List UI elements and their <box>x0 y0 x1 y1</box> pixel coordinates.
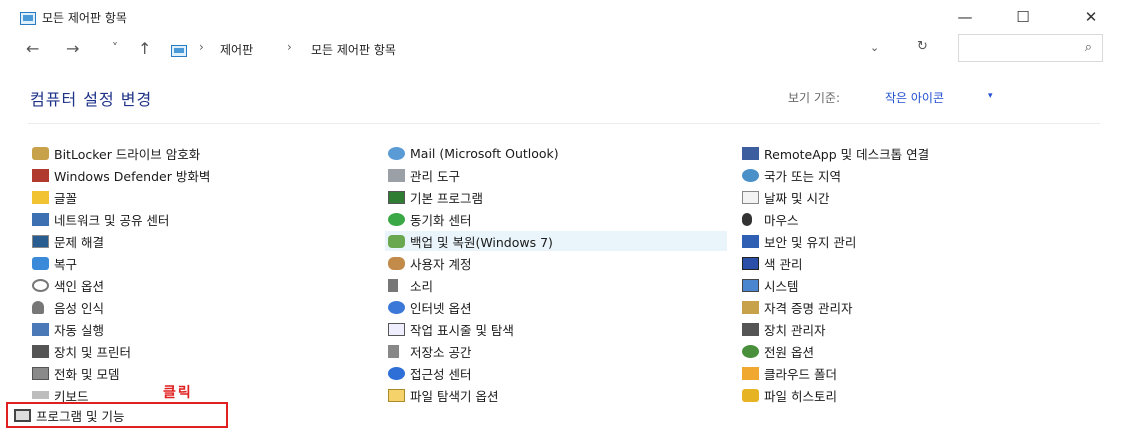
list-item[interactable]: 색인 옵션 <box>32 275 104 295</box>
indexing-icon <box>32 278 49 292</box>
ease-of-access-icon <box>388 366 405 380</box>
power-options-icon <box>742 344 759 358</box>
list-item[interactable]: 사용자 계정 <box>388 253 471 273</box>
breadcrumb-separator: › <box>287 40 292 54</box>
taskbar-icon <box>388 322 405 336</box>
refresh-icon[interactable]: ↻ <box>917 39 928 54</box>
list-item[interactable]: BitLocker 드라이브 암호화 <box>32 143 200 163</box>
list-item[interactable]: RemoteApp 및 데스크톱 연결 <box>742 143 929 163</box>
page-title: 컴퓨터 설정 변경 <box>30 90 153 109</box>
color-management-icon <box>742 256 759 270</box>
keyboard-icon <box>32 391 49 399</box>
list-item[interactable]: 장치 및 프린터 <box>32 341 131 361</box>
recovery-icon <box>32 256 49 270</box>
control-panel-icon <box>20 10 36 25</box>
cloud-folder-icon <box>742 366 759 380</box>
printer-icon <box>32 344 49 358</box>
highlight-box <box>6 402 228 428</box>
window-title: 모든 제어판 항목 <box>42 11 127 25</box>
forward-arrow-icon[interactable]: → <box>66 39 79 58</box>
list-item[interactable]: 접근성 센터 <box>388 363 471 383</box>
list-item[interactable]: 자격 증명 관리자 <box>742 297 852 317</box>
clock-icon <box>742 190 759 204</box>
credential-manager-icon <box>742 300 759 314</box>
backup-restore-icon <box>388 234 405 248</box>
file-history-icon <box>742 388 759 402</box>
firewall-icon <box>32 168 49 182</box>
list-item[interactable]: 전화 및 모뎀 <box>32 363 119 383</box>
device-manager-icon <box>742 322 759 336</box>
close-button[interactable]: ✕ <box>1068 2 1114 32</box>
troubleshoot-icon <box>32 234 49 248</box>
folder-options-icon <box>388 388 405 402</box>
list-item[interactable]: Mail (Microsoft Outlook) <box>388 143 559 163</box>
breadcrumb-separator: › <box>199 40 204 54</box>
chevron-down-icon[interactable]: ⌄ <box>870 41 879 54</box>
maximize-button[interactable]: ☐ <box>1000 2 1046 32</box>
list-item[interactable]: 시스템 <box>742 275 799 295</box>
speaker-icon <box>388 278 398 292</box>
list-item[interactable]: 파일 탐색기 옵션 <box>388 385 498 405</box>
list-item[interactable]: 장치 관리자 <box>742 319 825 339</box>
microphone-icon <box>32 300 44 314</box>
remoteapp-icon <box>742 146 759 160</box>
up-arrow-icon[interactable]: ↑ <box>138 39 151 58</box>
list-item[interactable]: 파일 히스토리 <box>742 385 837 405</box>
region-icon <box>742 168 759 182</box>
list-item[interactable]: 소리 <box>388 275 433 295</box>
list-item[interactable]: 동기화 센터 <box>388 209 471 229</box>
admin-tools-icon <box>388 168 405 182</box>
list-item[interactable]: 색 관리 <box>742 253 802 273</box>
list-item[interactable]: 작업 표시줄 및 탐색 <box>388 319 514 339</box>
internet-options-icon <box>388 300 405 314</box>
back-arrow-icon[interactable]: ← <box>26 39 39 58</box>
network-icon <box>32 212 49 226</box>
security-flag-icon <box>742 234 759 248</box>
search-input[interactable]: ⌕ <box>958 34 1103 62</box>
sync-center-icon <box>388 212 405 226</box>
fonts-icon <box>32 190 49 204</box>
list-item[interactable]: Windows Defender 방화벽 <box>32 165 210 185</box>
list-item[interactable]: 보안 및 유지 관리 <box>742 231 856 251</box>
list-item[interactable]: 백업 및 복원(Windows 7) <box>385 231 727 251</box>
list-item[interactable]: 관리 도구 <box>388 165 460 185</box>
list-item[interactable]: 네트워크 및 공유 센터 <box>32 209 169 229</box>
bitlocker-icon <box>32 146 49 160</box>
autoplay-icon <box>32 322 49 336</box>
list-item[interactable]: 기본 프로그램 <box>388 187 483 207</box>
list-item[interactable]: 날짜 및 시간 <box>742 187 829 207</box>
breadcrumb-control-panel[interactable]: 제어판 <box>220 41 253 58</box>
mouse-icon <box>742 212 752 226</box>
system-icon <box>742 278 759 292</box>
list-item[interactable]: 클라우드 폴더 <box>742 363 837 383</box>
chevron-down-icon[interactable]: ▾ <box>988 91 993 101</box>
divider <box>28 123 1100 124</box>
view-by-label: 보기 기준: <box>788 91 841 105</box>
title-bar: 모든 제어판 항목 — ☐ ✕ <box>0 0 1122 34</box>
click-annotation: 클릭 <box>163 385 193 401</box>
list-item[interactable]: 음성 인식 <box>32 297 104 317</box>
list-item[interactable]: 저장소 공간 <box>388 341 471 361</box>
address-bar[interactable]: › 제어판 › 모든 제어판 항목 ⌄ ↻ <box>165 35 950 63</box>
view-by-dropdown[interactable]: 작은 아이콘 <box>885 89 944 106</box>
default-programs-icon <box>388 190 405 204</box>
minimize-button[interactable]: — <box>942 2 988 32</box>
storage-spaces-icon <box>388 344 399 358</box>
phone-modem-icon <box>32 366 49 380</box>
list-item[interactable]: 마우스 <box>742 209 799 229</box>
search-icon: ⌕ <box>1084 40 1092 55</box>
list-item[interactable]: 복구 <box>32 253 77 273</box>
control-panel-icon <box>171 42 187 57</box>
recent-locations-icon[interactable]: ˅ <box>112 41 118 55</box>
list-item[interactable]: 국가 또는 지역 <box>742 165 841 185</box>
list-item[interactable]: 전원 옵션 <box>742 341 814 361</box>
list-item[interactable]: 문제 해결 <box>32 231 104 251</box>
mail-icon <box>388 146 405 160</box>
list-item[interactable]: 자동 실행 <box>32 319 104 339</box>
list-item[interactable]: 글꼴 <box>32 187 77 207</box>
list-item[interactable]: 인터넷 옵션 <box>388 297 471 317</box>
user-accounts-icon <box>388 256 405 270</box>
breadcrumb-all-items[interactable]: 모든 제어판 항목 <box>311 41 396 58</box>
navigation-bar: ← → ˅ ↑ › 제어판 › 모든 제어판 항목 ⌄ ↻ <box>0 34 1122 64</box>
